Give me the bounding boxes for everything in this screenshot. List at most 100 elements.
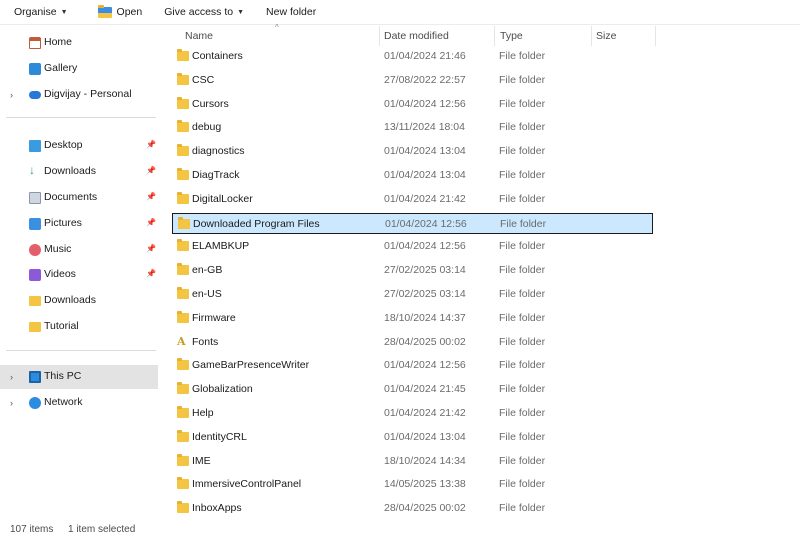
sidebar-item-label: Downloads (44, 165, 96, 177)
file-type: File folder (499, 335, 546, 348)
sidebar-item-network[interactable]: › Network (0, 391, 158, 415)
file-date-modified: 27/02/2025 03:14 (384, 264, 466, 277)
table-row[interactable]: en-GB 27/02/2025 03:14 File folder (172, 260, 653, 281)
chevron-right-icon[interactable]: › (10, 372, 13, 382)
pin-icon[interactable]: 📌 (146, 166, 156, 175)
column-divider[interactable] (655, 26, 656, 46)
sidebar-item-label: Music (44, 243, 72, 255)
table-row[interactable]: diagnostics 01/04/2024 13:04 File folder (172, 141, 653, 162)
file-date-modified: 01/04/2024 12:56 (384, 240, 466, 253)
sidebar-item-label: Videos (44, 268, 76, 280)
sidebar-item-gallery[interactable]: Gallery (0, 57, 158, 81)
pin-icon[interactable]: 📌 (146, 269, 156, 278)
table-row[interactable]: IdentityCRL 01/04/2024 13:04 File folder (172, 427, 653, 448)
organise-menu-button[interactable]: Organise ▼ (8, 0, 74, 25)
table-row[interactable]: DigitalLocker 01/04/2024 21:42 File folder (172, 189, 653, 210)
table-row[interactable]: DiagTrack 01/04/2024 13:04 File folder (172, 165, 653, 186)
sidebar-item-this-pc[interactable]: › This PC (0, 365, 158, 389)
sidebar-item-label: Documents (44, 191, 98, 203)
give-access-menu-button[interactable]: Give access to ▼ (158, 0, 250, 25)
sidebar-item-onedrive[interactable]: › Digvijay - Personal (0, 83, 158, 107)
pin-icon[interactable]: 📌 (146, 192, 156, 201)
table-row[interactable]: GameBarPresenceWriter 01/04/2024 12:56 Fil… (172, 355, 653, 376)
file-name: en-GB (192, 264, 223, 277)
file-type: File folder (499, 192, 546, 205)
column-header-date-modified[interactable]: Date modified (384, 30, 449, 42)
column-divider[interactable] (379, 26, 380, 46)
download-arrow-icon: ↓ (29, 163, 35, 177)
chevron-right-icon[interactable]: › (10, 90, 13, 100)
open-folder-icon (97, 4, 112, 18)
sidebar-item-music[interactable]: Music 📌 (0, 238, 158, 262)
file-type: File folder (499, 383, 546, 396)
sidebar-item-home[interactable]: Home (0, 31, 158, 55)
table-row[interactable]: CSC 27/08/2022 22:57 File folder (172, 70, 653, 91)
sort-ascending-icon: ^ (275, 23, 279, 32)
table-row[interactable]: debug 13/11/2024 18:04 File folder (172, 117, 653, 138)
folder-icon (177, 358, 189, 371)
sidebar-item-desktop[interactable]: Desktop 📌 (0, 134, 158, 158)
folder-icon (177, 429, 189, 442)
navigation-pane: Home Gallery › Digvijay - Personal Deskt… (0, 26, 160, 516)
table-row[interactable]: IME 18/10/2024 14:34 File folder (172, 451, 653, 472)
table-row[interactable]: InboxApps 28/04/2025 00:02 File folder (172, 498, 653, 519)
table-row[interactable]: Globalization 01/04/2024 21:45 File folder (172, 379, 653, 400)
sidebar-divider (6, 117, 156, 118)
sidebar-item-pictures[interactable]: Pictures 📌 (0, 212, 158, 236)
pin-icon[interactable]: 📌 (146, 244, 156, 253)
chevron-right-icon[interactable]: › (10, 398, 13, 408)
folder-icon (177, 406, 189, 418)
table-row[interactable]: Cursors 01/04/2024 12:56 File folder (172, 94, 653, 115)
table-row[interactable]: Firmware 18/10/2024 14:37 File folder (172, 308, 653, 329)
file-name: ImmersiveControlPanel (192, 478, 302, 491)
file-name: Firmware (192, 311, 236, 324)
file-name: DigitalLocker (192, 192, 253, 205)
pin-icon[interactable]: 📌 (146, 140, 156, 149)
file-name: Cursors (192, 97, 229, 110)
file-name: Fonts (192, 335, 219, 348)
column-header-name[interactable]: Name (185, 30, 213, 42)
sidebar-item-label: Tutorial (44, 320, 79, 332)
organise-label: Organise (14, 6, 57, 18)
table-row[interactable]: ImmersiveControlPanel 14/05/2025 13:38 Fil… (172, 474, 653, 495)
table-row[interactable]: A Fonts 28/04/2025 00:02 File folder (172, 332, 653, 353)
file-list-pane: ^ Name Date modified Type Size Container… (162, 23, 800, 520)
file-date-modified: 27/02/2025 03:14 (384, 288, 466, 300)
sidebar-item-videos[interactable]: Videos 📌 (0, 263, 158, 287)
table-row[interactable]: Downloaded Program Files 01/04/2024 12:56… (172, 212, 653, 234)
file-date-modified: 13/11/2024 18:04 (384, 121, 465, 134)
sidebar-item-label: Gallery (44, 62, 78, 74)
folder-icon (177, 49, 189, 61)
column-divider[interactable] (494, 26, 495, 46)
file-date-modified: 18/10/2024 14:37 (384, 311, 466, 324)
file-name: GameBarPresenceWriter (192, 359, 310, 372)
pin-icon[interactable]: 📌 (146, 218, 156, 227)
file-date-modified: 28/04/2025 00:02 (384, 335, 466, 348)
open-button[interactable]: Open (92, 0, 149, 25)
new-folder-button[interactable]: New folder (260, 0, 322, 25)
table-row[interactable]: en-US 27/02/2025 03:14 File folder (172, 284, 653, 305)
column-header-type[interactable]: Type (500, 30, 523, 42)
file-name: DiagTrack (192, 169, 240, 181)
file-date-modified: 01/04/2024 13:04 (384, 430, 466, 443)
file-name: en-US (192, 288, 222, 300)
onedrive-cloud-icon (29, 91, 41, 99)
file-type: File folder (500, 217, 547, 230)
column-divider[interactable] (591, 26, 592, 46)
sidebar-item-downloads-folder[interactable]: Downloads (0, 289, 158, 313)
sidebar-item-label: Desktop (44, 139, 83, 151)
sidebar-item-documents[interactable]: Documents 📌 (0, 186, 158, 210)
folder-icon (29, 322, 41, 332)
sidebar-item-tutorial[interactable]: Tutorial (0, 315, 158, 339)
table-row[interactable]: ELAMBKUP 01/04/2024 12:56 File folder (172, 236, 653, 257)
file-type: File folder (499, 97, 546, 110)
file-date-modified: 14/05/2025 13:38 (384, 478, 466, 491)
table-row[interactable]: Help 01/04/2024 21:42 File folder (172, 403, 653, 424)
file-date-modified: 01/04/2024 13:04 (384, 169, 466, 181)
file-name: InboxApps (192, 502, 242, 515)
column-header-size[interactable]: Size (596, 30, 616, 42)
table-row[interactable]: Containers 01/04/2024 21:46 File folder (172, 46, 653, 67)
sidebar-item-downloads[interactable]: ↓ Downloads 📌 (0, 160, 158, 184)
file-name: Containers (192, 50, 243, 62)
file-name: ELAMBKUP (192, 240, 250, 253)
